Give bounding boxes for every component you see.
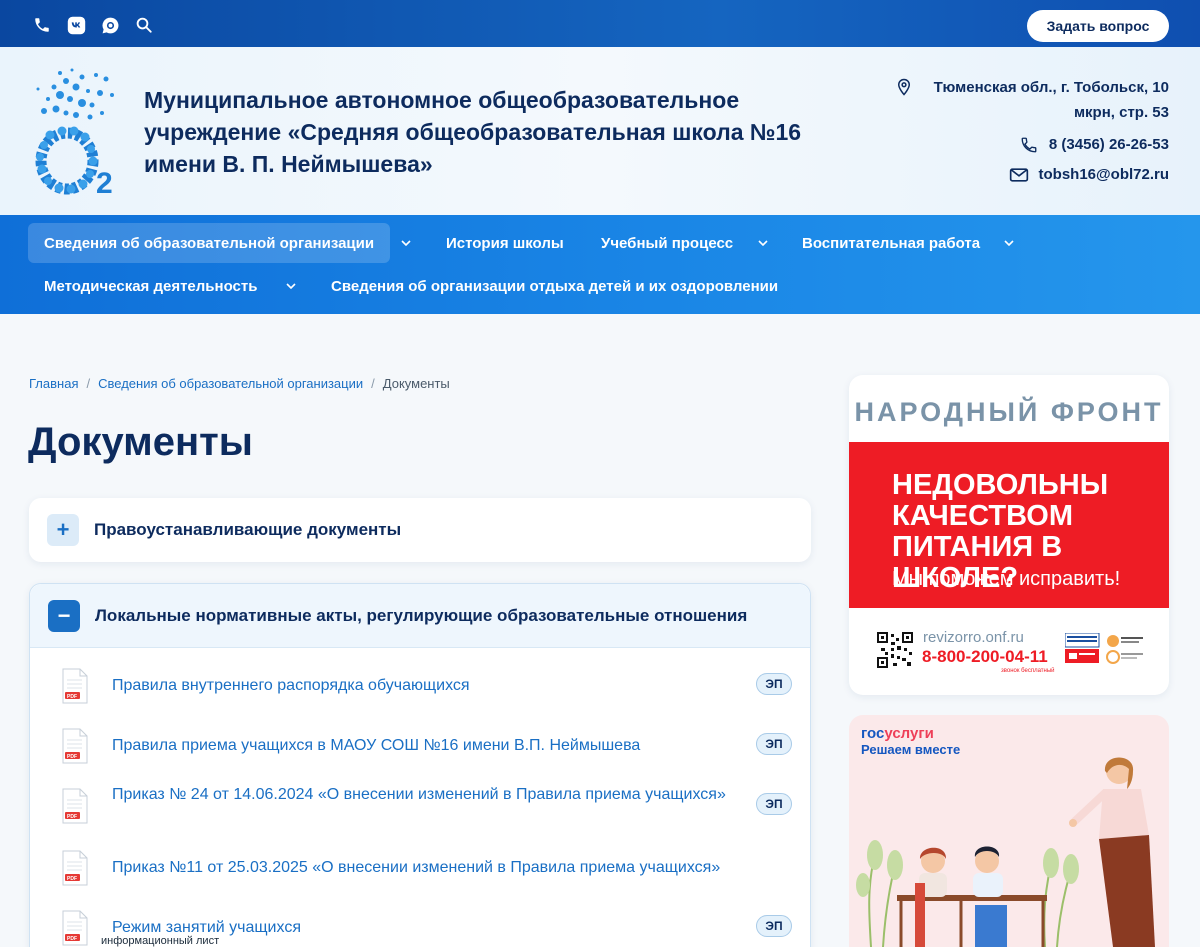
phone-icon xyxy=(1019,133,1039,157)
chat-icon[interactable] xyxy=(100,15,120,35)
contacts: Тюменская обл., г. Тобольск, 10 мкрн, ст… xyxy=(869,75,1169,187)
classroom-illustration xyxy=(856,757,1155,947)
accordion-legal-documents[interactable]: + Правоустанавливающие документы xyxy=(29,498,811,562)
accordion-title[interactable]: Правоустанавливающие документы xyxy=(94,498,401,562)
svg-text:2: 2 xyxy=(96,167,113,197)
breadcrumb-separator: / xyxy=(86,376,91,391)
collapse-icon[interactable]: − xyxy=(48,600,80,632)
phone-row[interactable]: 8 (3456) 26-26-53 xyxy=(869,133,1169,157)
svg-text:PDF: PDF xyxy=(67,876,77,882)
nav-item-label: Воспитательная работа xyxy=(802,234,981,252)
nav-item-education[interactable]: Учебный процесс xyxy=(601,223,733,263)
chevron-down-icon[interactable] xyxy=(284,279,298,293)
signature-badge: ЭП xyxy=(756,915,792,937)
svg-text:PDF: PDF xyxy=(67,936,77,942)
banner-heading: НАРОДНЫЙ ФРОНТ xyxy=(854,397,1164,427)
phone-icon[interactable] xyxy=(32,15,52,35)
chevron-down-icon[interactable] xyxy=(1002,236,1016,250)
organization-name: Муниципальное автономное общеобразовател… xyxy=(144,87,802,177)
nav-item-label: Сведения об организации отдыха детей и и… xyxy=(331,277,779,295)
map-pin-icon xyxy=(894,75,914,99)
accordion-local-acts: − Локальные нормативные акты, регулирующ… xyxy=(29,583,811,947)
nav-item-recreation[interactable]: Сведения об организации отдыха детей и и… xyxy=(331,266,778,306)
partial-text: информационный лист xyxy=(101,935,220,947)
accordion-title[interactable]: Локальные нормативные акты, регулирующие… xyxy=(95,584,747,648)
vk-icon[interactable] xyxy=(66,15,86,35)
breadcrumb-separator: / xyxy=(371,376,375,391)
ask-question-button[interactable]: Задать вопрос xyxy=(1027,10,1169,42)
document-link[interactable]: Правила приема учащихся в МАОУ СОШ №16 и… xyxy=(112,735,732,757)
nav-item-label: Учебный процесс xyxy=(601,234,734,252)
nav-item-organization-info[interactable]: Сведения об образовательной организации xyxy=(28,223,391,263)
site-header: 2 Муниципальное автономное общеобразоват… xyxy=(0,47,1200,215)
nav-item-history[interactable]: История школы xyxy=(446,223,564,263)
document-link[interactable]: Правила внутреннего распорядка обучающих… xyxy=(112,675,732,697)
partner-logos-icon xyxy=(1065,633,1143,664)
main-nav: Сведения об образовательной организации … xyxy=(0,215,1200,314)
banner-sub-text: Мы поможем исправить! xyxy=(892,568,1121,590)
banner-note: звонок бесплатный xyxy=(1001,668,1055,674)
signature-badge: ЭП xyxy=(756,673,792,695)
email-text: tobsh16@obl72.ru xyxy=(1038,166,1169,183)
document-link[interactable]: Приказ № 24 от 14.06.2024 «О внесении из… xyxy=(112,784,732,806)
qr-code-icon xyxy=(877,632,913,668)
breadcrumb-section[interactable]: Сведения об образовательной организации xyxy=(98,376,363,391)
school-logo[interactable]: 2 xyxy=(30,65,122,200)
nav-item-label: Сведения об образовательной организации xyxy=(44,234,375,252)
accordion-header[interactable]: − Локальные нормативные акты, регулирующ… xyxy=(30,584,810,648)
phone-text: 8 (3456) 26-26-53 xyxy=(1048,136,1169,153)
banner-url[interactable]: revizorro.onf.ru xyxy=(923,629,1024,646)
onf-banner[interactable]: НАРОДНЫЙ ФРОНТ НЕДОВОЛЬНЫ КАЧЕСТВОМ ПИТА… xyxy=(849,375,1169,695)
address-row: Тюменская обл., г. Тобольск, 10 мкрн, ст… xyxy=(869,75,1169,125)
expand-icon[interactable]: + xyxy=(47,514,79,546)
svg-text:PDF: PDF xyxy=(67,694,77,700)
social-icons xyxy=(32,15,154,35)
svg-text:PDF: PDF xyxy=(67,754,77,760)
nav-item-label: Методическая деятельность xyxy=(44,277,258,295)
gosuslugi-banner[interactable]: госуслуги Решаем вместе xyxy=(849,715,1169,947)
pdf-file-icon: PDF xyxy=(62,788,88,824)
email-row[interactable]: tobsh16@obl72.ru xyxy=(869,163,1169,187)
signature-badge: ЭП xyxy=(756,733,792,755)
search-icon[interactable] xyxy=(134,15,154,35)
pdf-file-icon: PDF xyxy=(62,728,88,764)
breadcrumb-current: Документы xyxy=(382,376,450,391)
document-link[interactable]: Приказ №11 от 25.03.2025 «О внесении изм… xyxy=(112,857,792,879)
address-text: Тюменская обл., г. Тобольск, 10 мкрн, ст… xyxy=(933,79,1169,121)
nav-item-methodology[interactable]: Методическая деятельность xyxy=(44,266,257,306)
mail-icon xyxy=(1009,163,1029,187)
pdf-file-icon: PDF xyxy=(62,668,88,704)
banner-red-block: НЕДОВОЛЬНЫ КАЧЕСТВОМ ПИТАНИЯ В ШКОЛЕ? Мы… xyxy=(849,442,1169,608)
chevron-down-icon[interactable] xyxy=(399,236,413,250)
nav-item-upbringing[interactable]: Воспитательная работа xyxy=(802,223,980,263)
breadcrumb-home[interactable]: Главная xyxy=(29,376,78,391)
top-bar: Задать вопрос xyxy=(0,0,1200,47)
banner-phone: 8-800-200-04-11 xyxy=(922,647,1048,666)
breadcrumb: Главная / Сведения об образовательной ор… xyxy=(29,376,450,391)
pdf-file-icon: PDF xyxy=(62,910,88,946)
page-title: Документы xyxy=(28,420,253,464)
signature-badge: ЭП xyxy=(756,793,792,815)
pdf-file-icon: PDF xyxy=(62,850,88,886)
nav-item-label: История школы xyxy=(446,234,564,252)
svg-text:PDF: PDF xyxy=(67,814,77,820)
chevron-down-icon[interactable] xyxy=(756,236,770,250)
